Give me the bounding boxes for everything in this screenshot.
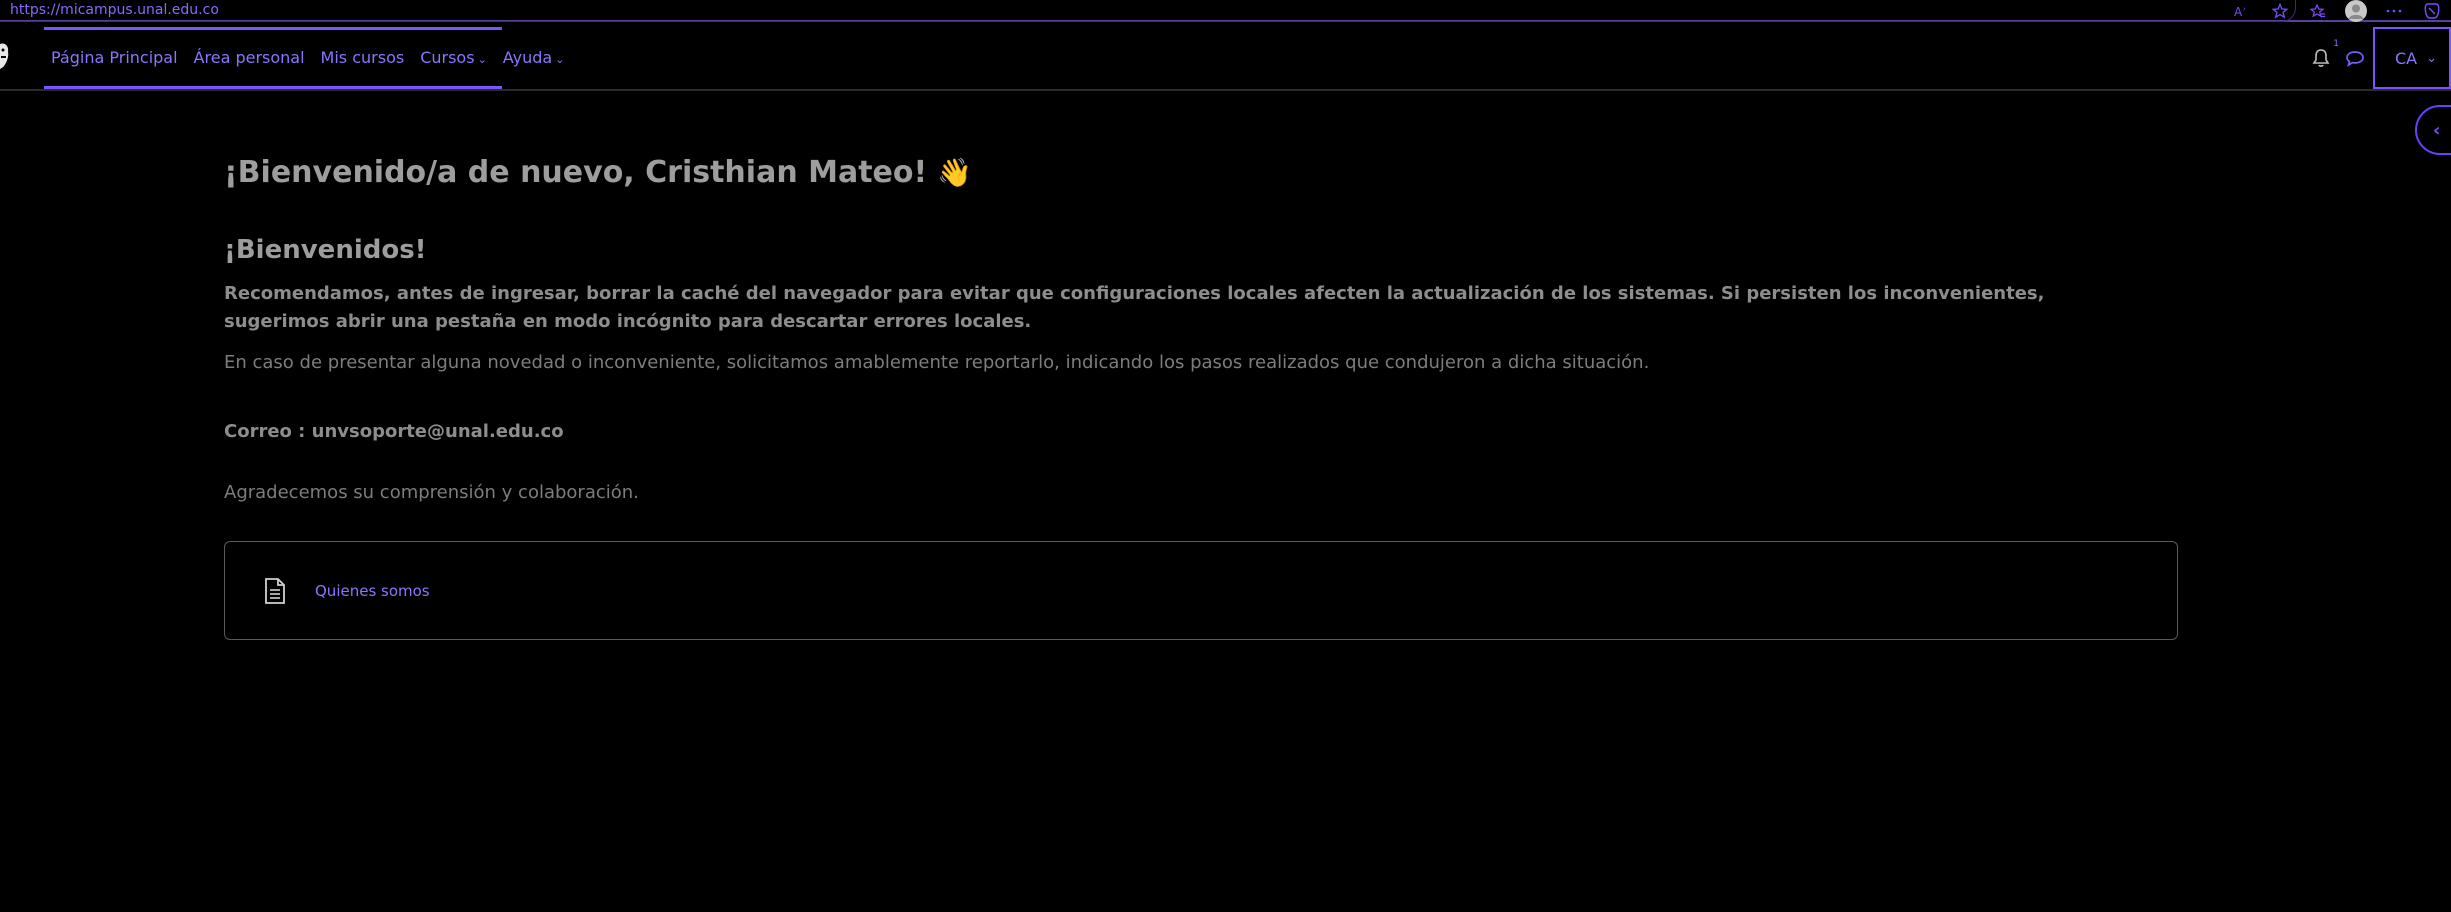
user-menu-toggle[interactable]: CA ⌄: [2373, 27, 2451, 89]
nav-dropdown-ayuda[interactable]: Ayuda ⌄: [503, 48, 565, 67]
open-drawer-button[interactable]: ‹: [2415, 105, 2451, 155]
wave-emoji: 👋: [937, 156, 973, 189]
chevron-down-icon: ⌄: [2426, 50, 2437, 66]
browser-address-bar: https://micampus.unal.edu.co A ›: [0, 0, 2451, 22]
primary-navigation: Página Principal Área personal Mis curso…: [51, 48, 580, 67]
main-content: ¡Bienvenido/a de nuevo, Cristhian Mateo!…: [224, 150, 2178, 640]
copilot-icon[interactable]: [2413, 0, 2451, 22]
read-aloud-icon[interactable]: A ›: [2223, 0, 2261, 22]
nav-link-label: Ayuda: [502, 48, 553, 67]
section-title: ¡Bienvenidos!: [224, 235, 427, 265]
chevron-left-icon: ‹: [2433, 119, 2441, 141]
svg-text:A: A: [2234, 5, 2243, 18]
profile-avatar-icon[interactable]: [2345, 0, 2367, 22]
thanks-text: Agradecemos su comprensión y colaboració…: [224, 482, 639, 503]
recommendation-text: Recomendamos, antes de ingresar, borrar …: [224, 283, 2045, 332]
nav-dropdown-cursos[interactable]: Cursos ⌄: [420, 48, 487, 67]
nav-link-label: Mis cursos: [320, 48, 405, 67]
notifications-count: 1: [2333, 39, 2339, 49]
welcome-heading: ¡Bienvenido/a de nuevo, Cristhian Mateo!…: [224, 150, 2178, 196]
quienes-somos-link[interactable]: Quienes somos: [315, 582, 430, 600]
nav-link-label: Área personal: [193, 48, 305, 67]
svg-text:›: ›: [2243, 5, 2246, 13]
university-logo[interactable]: [0, 40, 10, 72]
nav-link-mis-cursos[interactable]: Mis cursos: [321, 48, 405, 67]
address-url[interactable]: https://micampus.unal.edu.co: [10, 1, 219, 19]
notifications-bell-icon[interactable]: 1: [2307, 39, 2339, 72]
nav-link-area-personal[interactable]: Área personal: [194, 48, 305, 67]
report-issue-text: En caso de presentar alguna novedad o in…: [224, 352, 1650, 373]
favorites-icon[interactable]: [2299, 0, 2337, 22]
document-icon: [263, 577, 287, 605]
nav-link-label: Página Principal: [51, 48, 178, 67]
more-icon[interactable]: [2375, 0, 2413, 22]
nav-link-pagina-principal[interactable]: Página Principal: [51, 48, 178, 67]
quienes-somos-card[interactable]: Quienes somos: [224, 541, 2178, 640]
favorite-star-icon[interactable]: [2261, 0, 2299, 22]
chevron-down-icon: ⌄: [477, 53, 487, 66]
navbar-user-area: 1 CA ⌄: [2307, 27, 2451, 89]
nav-link-label: Cursos: [420, 48, 475, 67]
messages-chat-icon[interactable]: [2341, 44, 2369, 72]
browser-toolbar: A ›: [2223, 0, 2451, 22]
support-email-text: Correo : unvsoporte@unal.edu.co: [224, 421, 564, 442]
chevron-down-icon: ⌄: [555, 53, 565, 66]
welcome-text: ¡Bienvenido/a de nuevo, Cristhian Mateo!: [224, 155, 928, 190]
user-initials-avatar: CA: [2395, 48, 2418, 68]
address-field[interactable]: [0, 0, 2296, 22]
site-navbar: Página Principal Área personal Mis curso…: [0, 22, 2451, 91]
